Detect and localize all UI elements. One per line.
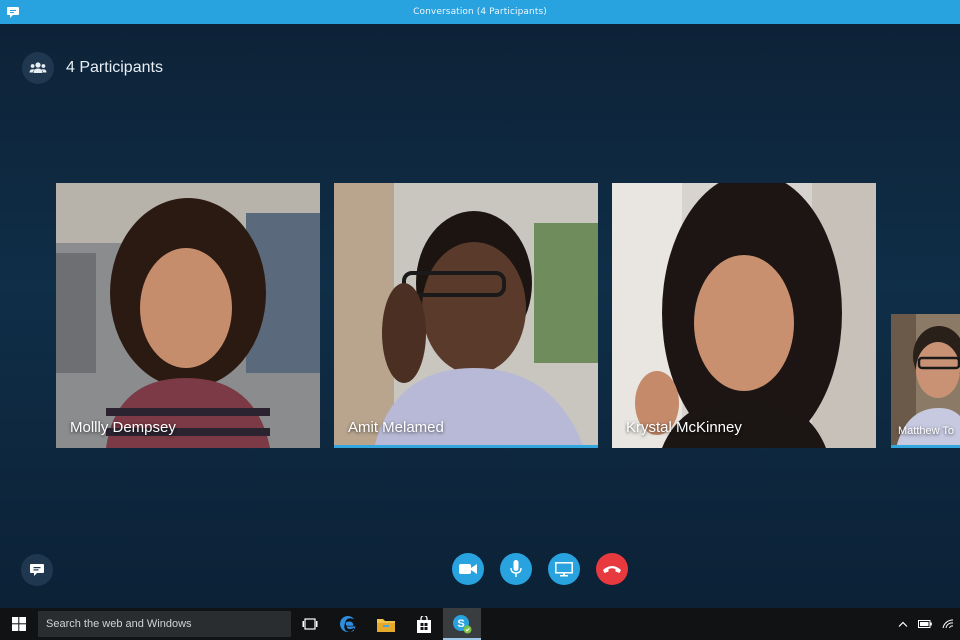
store-bag-icon bbox=[417, 615, 431, 633]
participants-header: 4 Participants bbox=[22, 52, 163, 84]
chat-button[interactable] bbox=[21, 554, 53, 586]
skype-icon: S bbox=[453, 615, 472, 634]
taskbar-search-input[interactable]: Search the web and Windows bbox=[38, 611, 291, 637]
call-controls bbox=[452, 553, 628, 585]
skype-chat-icon bbox=[7, 7, 19, 18]
participant-name: Amit Melamed bbox=[348, 419, 444, 436]
windows-taskbar: Search the web and Windows S bbox=[0, 608, 960, 640]
participant-tile[interactable]: Matthew To bbox=[891, 314, 960, 448]
task-view-button[interactable] bbox=[291, 608, 329, 640]
screen-share-icon bbox=[555, 561, 573, 576]
skype-taskbar-button[interactable]: S bbox=[443, 608, 481, 640]
screen-share-button[interactable] bbox=[548, 553, 580, 585]
file-explorer-button[interactable] bbox=[367, 608, 405, 640]
store-button[interactable] bbox=[405, 608, 443, 640]
task-view-icon bbox=[302, 618, 318, 630]
participant-video bbox=[56, 183, 320, 448]
participant-tile[interactable]: Mollly Dempsey bbox=[56, 183, 320, 448]
call-stage: 4 Participants Mollly Dempsey Amit Melam… bbox=[0, 24, 960, 608]
video-toggle-button[interactable] bbox=[452, 553, 484, 585]
chevron-up-icon[interactable] bbox=[898, 621, 908, 627]
window-title: Conversation (4 Participants) bbox=[413, 7, 547, 17]
edge-browser-icon bbox=[340, 616, 356, 632]
participant-video bbox=[612, 183, 876, 448]
start-button[interactable] bbox=[0, 608, 38, 640]
windows-logo-icon bbox=[12, 617, 26, 631]
participants-button[interactable] bbox=[22, 52, 54, 84]
microphone-toggle-button[interactable] bbox=[500, 553, 532, 585]
participant-video bbox=[334, 183, 598, 448]
video-camera-icon bbox=[459, 564, 477, 574]
hang-up-button[interactable] bbox=[596, 553, 628, 585]
edge-browser-button[interactable] bbox=[329, 608, 367, 640]
participant-tile[interactable]: Amit Melamed bbox=[334, 183, 598, 448]
participant-tile[interactable]: Krystal McKinney bbox=[612, 183, 876, 448]
folder-icon bbox=[377, 618, 395, 632]
people-icon bbox=[29, 62, 47, 73]
participant-name: Krystal McKinney bbox=[626, 419, 742, 436]
participants-count-label: 4 Participants bbox=[66, 59, 163, 76]
battery-icon[interactable] bbox=[918, 620, 932, 628]
hang-up-icon bbox=[603, 566, 621, 573]
active-speaker-indicator bbox=[891, 445, 960, 448]
microphone-icon bbox=[510, 560, 522, 577]
participant-name: Mollly Dempsey bbox=[70, 419, 176, 436]
window-title-bar: Conversation (4 Participants) bbox=[0, 0, 960, 24]
chat-bubble-icon bbox=[30, 564, 44, 576]
svg-text:S: S bbox=[457, 618, 464, 630]
participant-name: Matthew To bbox=[898, 425, 955, 437]
search-placeholder: Search the web and Windows bbox=[46, 618, 192, 630]
system-tray bbox=[898, 608, 960, 640]
wifi-icon[interactable] bbox=[942, 619, 954, 629]
active-speaker-indicator bbox=[334, 445, 598, 448]
